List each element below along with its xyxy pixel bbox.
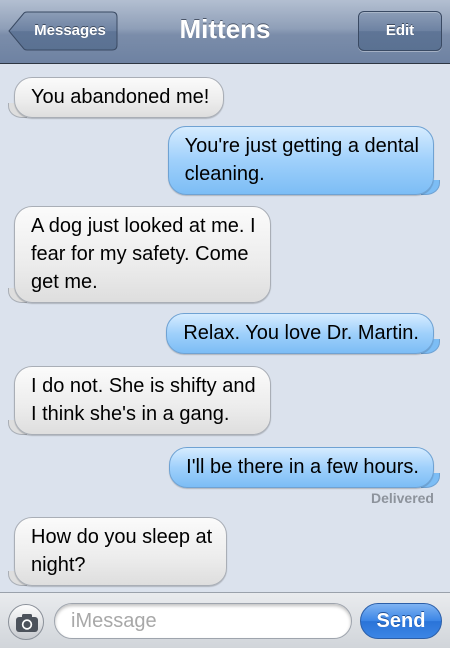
incoming-message[interactable]: How do you sleep at night? [14, 517, 228, 586]
outgoing-message[interactable]: Relax. You love Dr. Martin. [166, 313, 440, 354]
navigation-bar: Messages Mittens Edit [0, 0, 450, 64]
delivered-status: Delivered [370, 490, 434, 506]
message-list: You abandoned me! You're just getting a … [0, 65, 450, 592]
incoming-message[interactable]: You abandoned me! [14, 77, 225, 118]
outgoing-message[interactable]: I'll be there in a few hours. [169, 447, 440, 488]
incoming-message[interactable]: I do not. She is shifty and I think she'… [14, 366, 271, 435]
camera-icon [16, 614, 38, 632]
compose-bar: Send [0, 592, 450, 648]
outgoing-message[interactable]: You're just getting a dental cleaning. [167, 126, 441, 195]
camera-button[interactable] [8, 604, 44, 640]
incoming-message[interactable]: A dog just looked at me. I fear for my s… [14, 206, 271, 303]
send-button[interactable]: Send [360, 603, 442, 639]
edit-button[interactable]: Edit [358, 11, 442, 51]
message-input[interactable] [54, 603, 352, 639]
